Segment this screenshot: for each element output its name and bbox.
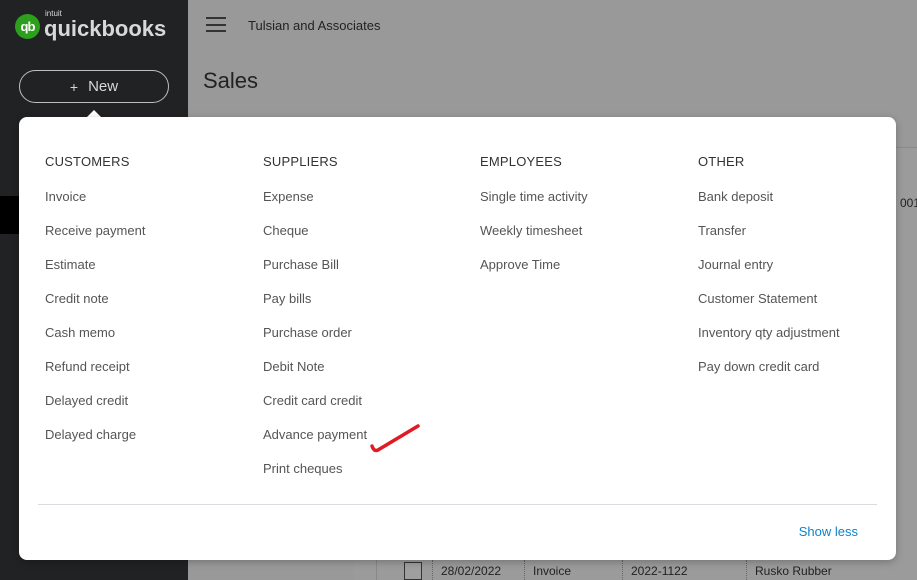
qb-logo-icon: qb xyxy=(15,14,40,39)
quickbooks-logo[interactable]: qb intuit quickbooks xyxy=(15,9,167,41)
column-heading: SUPPLIERS xyxy=(263,154,338,169)
menu-column-other: OTHER Bank deposit Transfer Journal entr… xyxy=(698,154,840,393)
menu-item-credit-note[interactable]: Credit note xyxy=(45,291,145,325)
menu-item-advance-payment[interactable]: Advance payment xyxy=(263,427,367,461)
new-button[interactable]: + New xyxy=(19,70,169,103)
menu-item-delayed-credit[interactable]: Delayed credit xyxy=(45,393,145,427)
row-date: 28/02/2022 xyxy=(432,560,524,580)
menu-item-pay-down-credit-card[interactable]: Pay down credit card xyxy=(698,359,840,393)
logo-text: intuit quickbooks xyxy=(44,9,167,41)
top-bar: Tulsian and Associates xyxy=(188,0,917,50)
menu-divider xyxy=(38,504,877,505)
row-number: 2022-1122 xyxy=(622,560,746,580)
show-less-link[interactable]: Show less xyxy=(799,524,858,539)
new-button-label: New xyxy=(88,78,119,95)
company-name: Tulsian and Associates xyxy=(248,18,381,33)
menu-item-purchase-order[interactable]: Purchase order xyxy=(263,325,367,359)
row-customer: Rusko Rubber xyxy=(746,560,840,580)
plus-icon: + xyxy=(69,78,79,95)
column-heading: EMPLOYEES xyxy=(480,154,562,169)
menu-column-suppliers: SUPPLIERS Expense Cheque Purchase Bill P… xyxy=(263,154,367,495)
row-checkbox[interactable] xyxy=(404,562,422,580)
menu-item-print-cheques[interactable]: Print cheques xyxy=(263,461,367,495)
background-text-fragment: 001 xyxy=(900,196,917,210)
menu-item-weekly-timesheet[interactable]: Weekly timesheet xyxy=(480,223,588,257)
menu-item-invoice[interactable]: Invoice xyxy=(45,189,145,223)
menu-item-bank-deposit[interactable]: Bank deposit xyxy=(698,189,840,223)
menu-item-single-time-activity[interactable]: Single time activity xyxy=(480,189,588,223)
menu-item-approve-time[interactable]: Approve Time xyxy=(480,257,588,291)
menu-item-cheque[interactable]: Cheque xyxy=(263,223,367,257)
new-menu-panel: CUSTOMERS Invoice Receive payment Estima… xyxy=(19,117,896,560)
menu-item-journal-entry[interactable]: Journal entry xyxy=(698,257,840,291)
page-title: Sales xyxy=(203,68,259,93)
menu-item-expense[interactable]: Expense xyxy=(263,189,367,223)
menu-item-debit-note[interactable]: Debit Note xyxy=(263,359,367,393)
logo-quickbooks-text: quickbooks xyxy=(44,16,167,41)
sidebar-active-item[interactable] xyxy=(0,196,20,234)
menu-column-employees: EMPLOYEES Single time activity Weekly ti… xyxy=(480,154,588,291)
menu-item-transfer[interactable]: Transfer xyxy=(698,223,840,257)
menu-item-receive-payment[interactable]: Receive payment xyxy=(45,223,145,257)
menu-item-cash-memo[interactable]: Cash memo xyxy=(45,325,145,359)
menu-item-pay-bills[interactable]: Pay bills xyxy=(263,291,367,325)
red-checkmark-annotation-icon xyxy=(370,424,420,453)
menu-item-delayed-charge[interactable]: Delayed charge xyxy=(45,427,145,461)
column-heading: CUSTOMERS xyxy=(45,154,130,169)
menu-item-inventory-qty-adjustment[interactable]: Inventory qty adjustment xyxy=(698,325,840,359)
row-type: Invoice xyxy=(524,560,622,580)
menu-column-customers: CUSTOMERS Invoice Receive payment Estima… xyxy=(45,154,145,461)
menu-item-purchase-bill[interactable]: Purchase Bill xyxy=(263,257,367,291)
menu-item-customer-statement[interactable]: Customer Statement xyxy=(698,291,840,325)
menu-item-estimate[interactable]: Estimate xyxy=(45,257,145,291)
logo-intuit-text: intuit xyxy=(45,9,62,18)
column-heading: OTHER xyxy=(698,154,745,169)
menu-item-credit-card-credit[interactable]: Credit card credit xyxy=(263,393,367,427)
hamburger-menu-icon[interactable] xyxy=(206,17,226,32)
table-row: 28/02/2022 Invoice 2022-1122 Rusko Rubbe… xyxy=(376,560,917,580)
menu-item-refund-receipt[interactable]: Refund receipt xyxy=(45,359,145,393)
